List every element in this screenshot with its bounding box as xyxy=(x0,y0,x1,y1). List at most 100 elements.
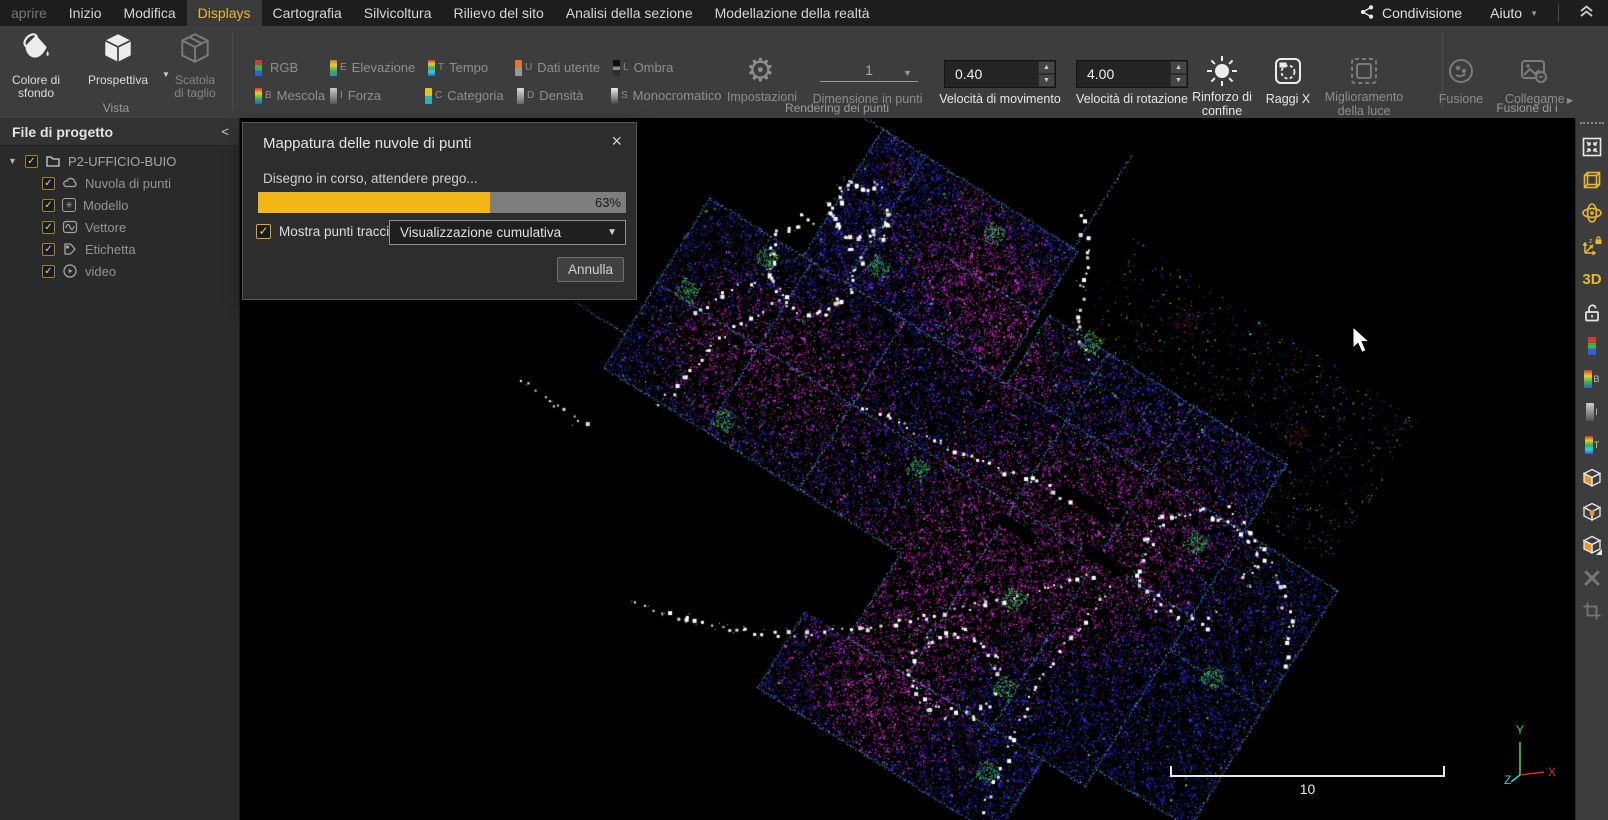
intensity-icon xyxy=(1586,403,1595,422)
perspective-button[interactable]: Prospettiva xyxy=(76,30,160,87)
lock-button[interactable] xyxy=(1580,301,1604,325)
toggle-tempo[interactable]: T Tempo xyxy=(428,59,488,76)
rgb-render-button[interactable] xyxy=(1580,334,1604,358)
cube-icon xyxy=(100,34,136,70)
fusion-button[interactable] xyxy=(1446,56,1476,91)
tree-expand-icon[interactable]: ▼ xyxy=(8,156,18,166)
crop-button[interactable] xyxy=(1580,599,1604,623)
paint-bucket-icon xyxy=(18,33,54,70)
vector-icon xyxy=(62,219,78,235)
ortho-view-button[interactable] xyxy=(1580,168,1604,192)
tree-checkbox[interactable]: ✓ xyxy=(42,176,55,190)
menu-tab-aprire[interactable]: aprire xyxy=(0,0,58,26)
tree-checkbox[interactable]: ✓ xyxy=(42,220,55,234)
rotation-speed-spinbox[interactable]: 4.00 ▲ ▼ xyxy=(1076,60,1188,88)
ortho-cube-icon xyxy=(1583,171,1601,189)
image-link-button[interactable] xyxy=(1519,56,1549,91)
tree-checkbox[interactable]: ✓ xyxy=(42,198,55,212)
tree-item-video[interactable]: ✓ video xyxy=(0,260,239,282)
shadow-icon xyxy=(613,59,620,76)
axis-lock-button[interactable]: z xyxy=(1580,234,1604,258)
toggle-label: Tempo xyxy=(449,60,489,75)
tree-item-label: P2-UFFICIO-BUIO xyxy=(68,153,177,169)
side-face-cube-button[interactable] xyxy=(1580,533,1604,557)
orbit-button[interactable] xyxy=(1580,201,1604,225)
share-button[interactable]: Condivisione xyxy=(1345,4,1476,23)
solid-cube-icon xyxy=(1582,469,1602,488)
menu-tab-silvicoltura[interactable]: Silvicoltura xyxy=(353,0,443,26)
boundary-enhance-button[interactable] xyxy=(1205,54,1239,93)
toggle-ombra[interactable]: L Ombra xyxy=(613,59,673,76)
spin-up-icon[interactable]: ▲ xyxy=(1038,61,1055,74)
side-face-cube-icon xyxy=(1582,535,1602,555)
visualization-mode-dropdown[interactable]: Visualizzazione cumulativa ▼ xyxy=(389,220,626,245)
menu-tab-cartografia[interactable]: Cartografia xyxy=(262,0,353,26)
collapse-ribbon-button[interactable] xyxy=(1565,4,1608,23)
solid-cube-button[interactable] xyxy=(1580,466,1604,490)
tree-checkbox[interactable]: ✓ xyxy=(42,242,55,256)
fit-view-icon xyxy=(1582,137,1602,156)
show-track-points-checkbox[interactable]: ✓ xyxy=(256,224,271,239)
3d-mode-button[interactable]: 3D xyxy=(1580,267,1604,291)
cancel-button[interactable]: Annulla xyxy=(557,257,624,282)
toggle-dati-utente[interactable]: U Dati utente xyxy=(515,59,600,76)
spin-down-icon[interactable]: ▼ xyxy=(1170,74,1187,87)
3d-mode-icon: 3D xyxy=(1582,270,1602,288)
ribbon-separator xyxy=(232,32,233,110)
toolbar-drag-handle[interactable] xyxy=(1580,122,1604,124)
toggle-label: RGB xyxy=(270,60,299,75)
dropdown-value: Visualizzazione cumulativa xyxy=(400,225,562,240)
axis-x-label: X xyxy=(1548,765,1556,779)
menu-tab-analisi-della-sezione[interactable]: Analisi della sezione xyxy=(555,0,704,26)
cross-section-button[interactable] xyxy=(1580,566,1604,590)
menubar: aprire Inizio Modifica Displays Cartogra… xyxy=(0,0,1608,26)
tree-item-label: Etichetta xyxy=(85,241,136,257)
light-enhance-icon xyxy=(1349,58,1379,90)
rgb-icon xyxy=(255,59,262,76)
close-icon[interactable]: × xyxy=(611,131,622,152)
menu-tab-inizio[interactable]: Inizio xyxy=(58,0,113,26)
chevron-down-icon[interactable]: ▼ xyxy=(903,68,912,78)
tree-item-label: Nuvola di punti xyxy=(85,175,171,191)
tree-item-vector[interactable]: ✓ Vettore xyxy=(0,216,239,238)
progress-percentage: 63% xyxy=(594,195,621,210)
light-enhance-button[interactable] xyxy=(1349,56,1379,91)
fit-view-button[interactable] xyxy=(1580,135,1604,159)
menu-tab-displays[interactable]: Displays xyxy=(186,0,262,26)
tree-checkbox[interactable]: ✓ xyxy=(42,264,55,278)
panel-collapse-icon[interactable]: < xyxy=(221,124,229,139)
folder-icon xyxy=(45,153,61,169)
toggle-label: Dati utente xyxy=(537,60,601,75)
menu-tab-modifica[interactable]: Modifica xyxy=(112,0,186,26)
axis-y-label: Y xyxy=(1516,723,1524,737)
blend-render-button[interactable]: B xyxy=(1580,367,1604,391)
settings-button[interactable]: ⚙ xyxy=(746,54,775,86)
tree-checkbox[interactable]: ✓ xyxy=(25,154,38,168)
toggle-rgb[interactable]: RGB xyxy=(255,59,298,76)
time-render-button[interactable]: T xyxy=(1580,433,1604,457)
tree-item-label-layer[interactable]: ✓ Etichetta xyxy=(0,238,239,260)
intensity-render-button[interactable]: I xyxy=(1580,400,1604,424)
spin-down-icon[interactable]: ▼ xyxy=(1038,74,1055,87)
toggle-elevazione[interactable]: E Elevazione xyxy=(330,59,415,76)
xray-button[interactable] xyxy=(1273,56,1303,91)
menu-tab-modellazione-della-realta[interactable]: Modellazione della realtà xyxy=(704,0,881,26)
project-panel-header: File di progetto < xyxy=(0,118,239,146)
help-label: Aiuto xyxy=(1490,5,1523,21)
mouse-cursor xyxy=(1352,326,1371,354)
spin-up-icon[interactable]: ▲ xyxy=(1170,61,1187,74)
help-menu[interactable]: Aiuto ▼ xyxy=(1476,5,1552,21)
tree-item-point-cloud[interactable]: ✓ Nuvola di punti xyxy=(0,172,239,194)
rotation-speed-value[interactable]: 4.00 xyxy=(1077,66,1170,82)
inner-face-cube-button[interactable] xyxy=(1580,500,1604,524)
menu-tab-rilievo-del-sito[interactable]: Rilievo del sito xyxy=(443,0,555,26)
tree-item-model[interactable]: ✓ ✳ Modello xyxy=(0,194,239,216)
move-speed-spinbox[interactable]: 0.40 ▲ ▼ xyxy=(944,60,1056,88)
axis-z-label: Z xyxy=(1504,773,1511,787)
clip-box-button[interactable]: Scatola di taglio xyxy=(160,30,230,100)
tree-item-root[interactable]: ▼ ✓ P2-UFFICIO-BUIO xyxy=(0,150,239,172)
rgb-icon xyxy=(1588,336,1596,355)
background-color-button[interactable]: Colore di sfondo xyxy=(0,30,72,100)
group-label-fusion: Fusione di i xyxy=(1496,101,1558,115)
move-speed-value[interactable]: 0.40 xyxy=(945,66,1038,82)
